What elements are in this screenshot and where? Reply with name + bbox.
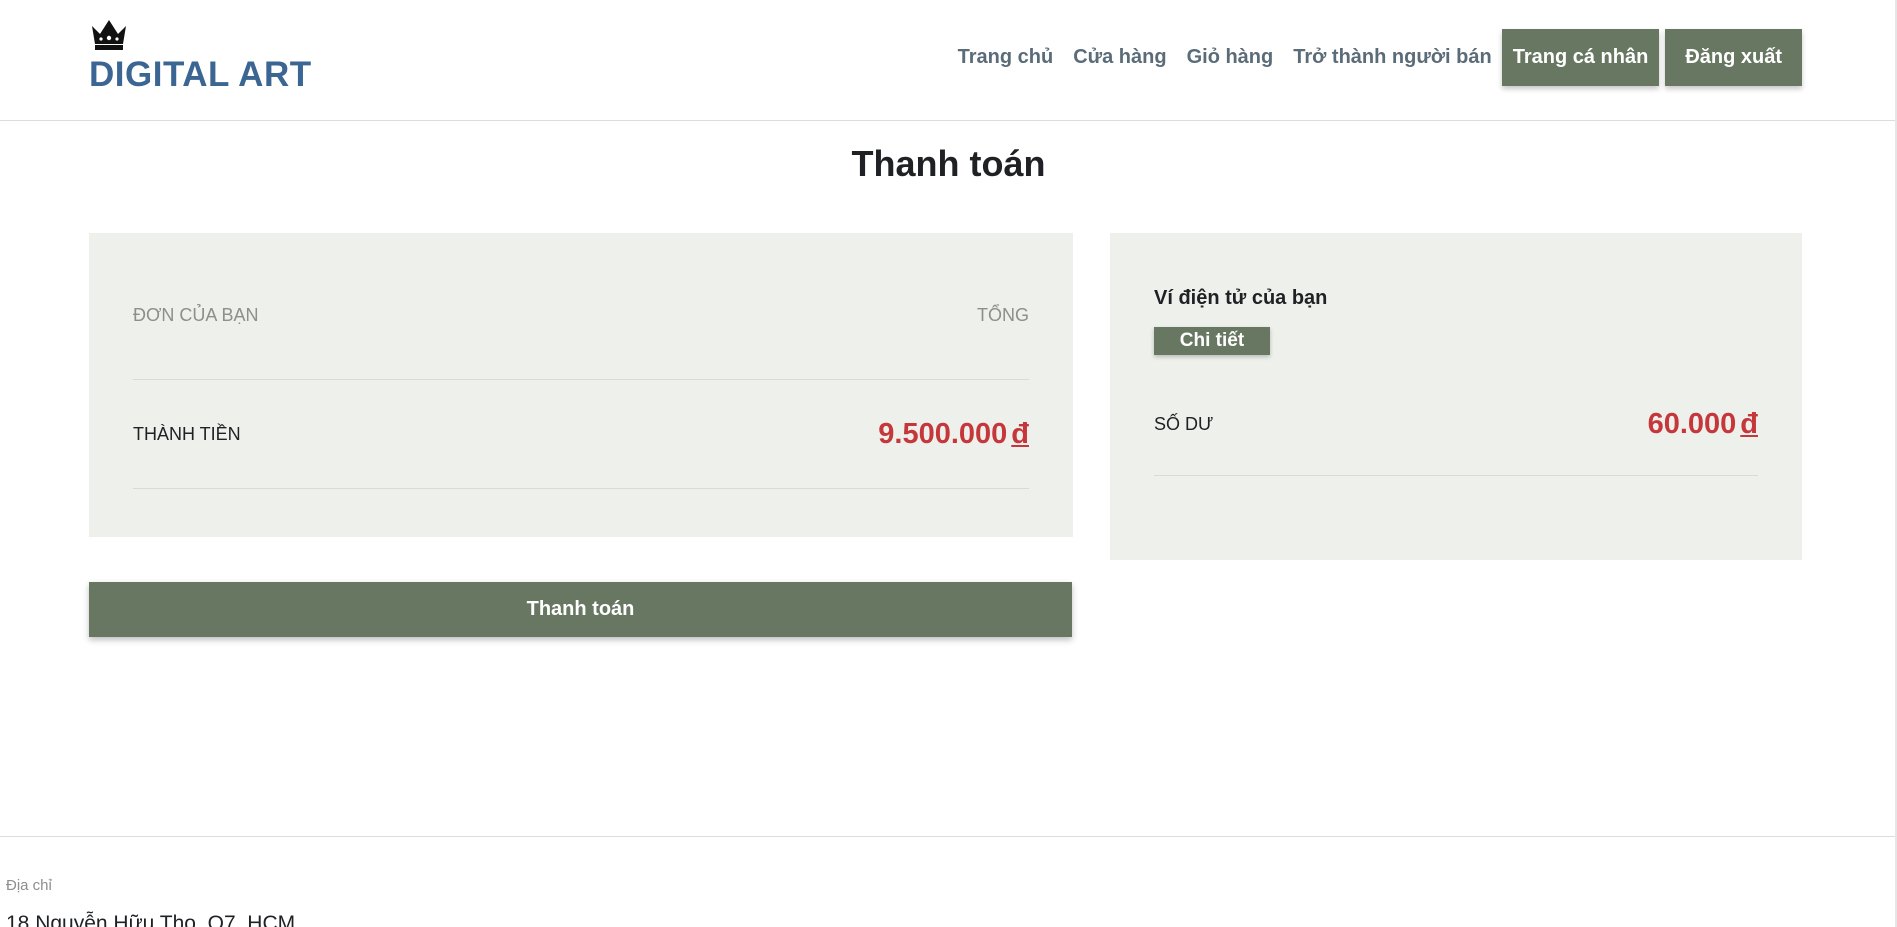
brand-name: DIGITAL ART xyxy=(89,55,312,94)
checkout-page: DIGITAL ART Trang chủ Cửa hàng Giỏ hàng … xyxy=(0,0,1897,927)
order-total-value: 9.500.000 xyxy=(878,417,1008,450)
nav-link-become-seller[interactable]: Trở thành người bán xyxy=(1293,46,1491,69)
wallet-balance-amount: 60.000 đ xyxy=(1648,408,1758,441)
currency-symbol: đ xyxy=(1740,407,1758,440)
page-title: Thanh toán xyxy=(851,143,1046,184)
footer-address-label: Địa chỉ xyxy=(6,877,52,894)
wallet-title: Ví điện tử của bạn xyxy=(1154,287,1328,309)
main-nav: Trang chủ Cửa hàng Giỏ hàng Trở thành ng… xyxy=(958,29,1802,86)
wallet-card: Ví điện tử của bạn Chi tiết SỐ DƯ 60.000… xyxy=(1110,233,1802,560)
order-total-header: TỔNG xyxy=(977,305,1029,325)
logout-button[interactable]: Đăng xuất xyxy=(1665,29,1802,86)
profile-button[interactable]: Trang cá nhân xyxy=(1501,29,1660,86)
nav-link-home[interactable]: Trang chủ xyxy=(958,46,1054,69)
order-header-label: ĐƠN CỦA BẠN xyxy=(133,305,259,325)
pay-button[interactable]: Thanh toán xyxy=(89,582,1072,637)
site-header: DIGITAL ART Trang chủ Cửa hàng Giỏ hàng … xyxy=(0,0,1897,121)
wallet-balance-label: SỐ DƯ xyxy=(1154,413,1214,434)
crown-icon xyxy=(92,20,126,50)
wallet-balance-value: 60.000 xyxy=(1647,407,1737,440)
wallet-detail-button[interactable]: Chi tiết xyxy=(1154,327,1270,355)
wallet-balance-row: SỐ DƯ 60.000 đ xyxy=(1154,373,1758,476)
order-total-label: THÀNH TIỀN xyxy=(133,423,241,444)
order-summary-card: ĐƠN CỦA BẠN TỔNG THÀNH TIỀN 9.500.000 đ xyxy=(89,233,1073,537)
brand-logo[interactable]: DIGITAL ART xyxy=(89,17,312,95)
order-total-row: THÀNH TIỀN 9.500.000 đ xyxy=(133,380,1029,489)
site-footer: Địa chỉ 18 Nguyễn Hữu Thọ, Q7, HCM xyxy=(0,836,1897,927)
footer-address: 18 Nguyễn Hữu Thọ, Q7, HCM xyxy=(6,912,296,927)
nav-link-shop[interactable]: Cửa hàng xyxy=(1073,46,1166,69)
order-total-amount: 9.500.000 đ xyxy=(878,418,1029,451)
nav-link-cart[interactable]: Giỏ hàng xyxy=(1187,46,1274,69)
order-summary-header: ĐƠN CỦA BẠN TỔNG xyxy=(133,305,1029,380)
currency-symbol: đ xyxy=(1011,417,1029,450)
